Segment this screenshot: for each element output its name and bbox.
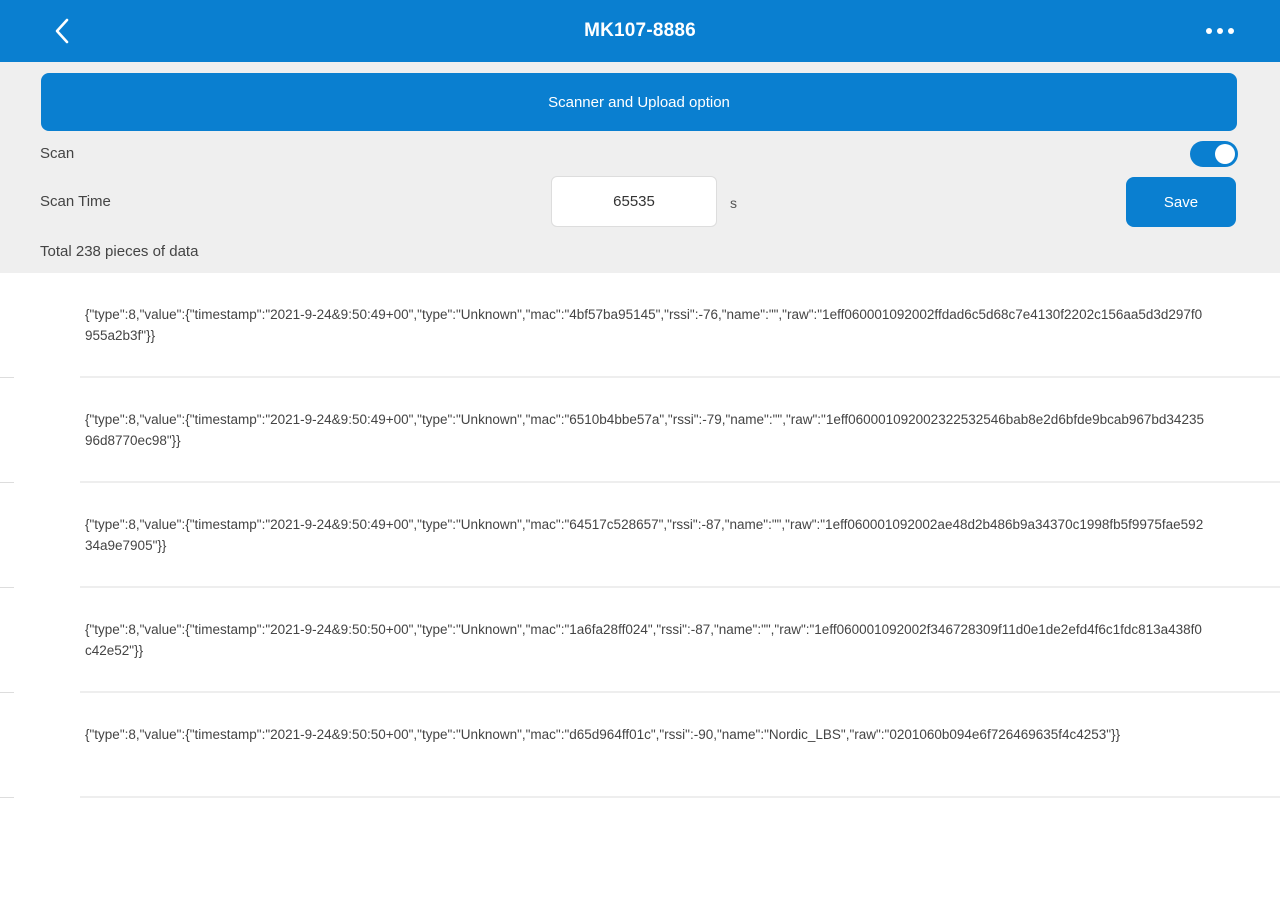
list-item[interactable]: {"type":8,"value":{"timestamp":"2021-9-2…	[0, 378, 1280, 483]
more-options-button[interactable]	[1198, 14, 1242, 48]
toggle-knob	[1215, 144, 1235, 164]
list-item[interactable]: {"type":8,"value":{"timestamp":"2021-9-2…	[0, 693, 1280, 798]
scanner-upload-option-button[interactable]: Scanner and Upload option	[41, 73, 1237, 131]
scan-time-input[interactable]	[551, 176, 717, 227]
scan-toggle[interactable]	[1190, 141, 1238, 167]
divider	[80, 796, 1280, 798]
record-text: {"type":8,"value":{"timestamp":"2021-9-2…	[85, 517, 1204, 553]
scan-time-label: Scan Time	[40, 193, 111, 210]
list-item[interactable]: {"type":8,"value":{"timestamp":"2021-9-2…	[0, 483, 1280, 588]
data-record-list[interactable]: {"type":8,"value":{"timestamp":"2021-9-2…	[0, 273, 1280, 900]
scan-time-unit: s	[730, 195, 737, 211]
scan-config-panel: Scanner and Upload option Scan Scan Time…	[0, 62, 1280, 273]
list-item[interactable]: {"type":8,"value":{"timestamp":"2021-9-2…	[0, 273, 1280, 378]
record-text: {"type":8,"value":{"timestamp":"2021-9-2…	[85, 307, 1203, 343]
record-text: {"type":8,"value":{"timestamp":"2021-9-2…	[85, 412, 1204, 448]
app-header: MK107-8886	[0, 0, 1280, 62]
total-count-label: Total 238 pieces of data	[40, 243, 199, 260]
save-button[interactable]: Save	[1126, 177, 1236, 227]
list-item[interactable]: {"type":8,"value":{"timestamp":"2021-9-2…	[0, 588, 1280, 693]
page-title: MK107-8886	[584, 20, 696, 41]
record-text: {"type":8,"value":{"timestamp":"2021-9-2…	[85, 622, 1202, 658]
more-horizontal-icon	[1206, 28, 1234, 34]
record-text: {"type":8,"value":{"timestamp":"2021-9-2…	[85, 727, 1121, 742]
scan-label: Scan	[40, 145, 75, 162]
divider-edge	[0, 797, 14, 798]
